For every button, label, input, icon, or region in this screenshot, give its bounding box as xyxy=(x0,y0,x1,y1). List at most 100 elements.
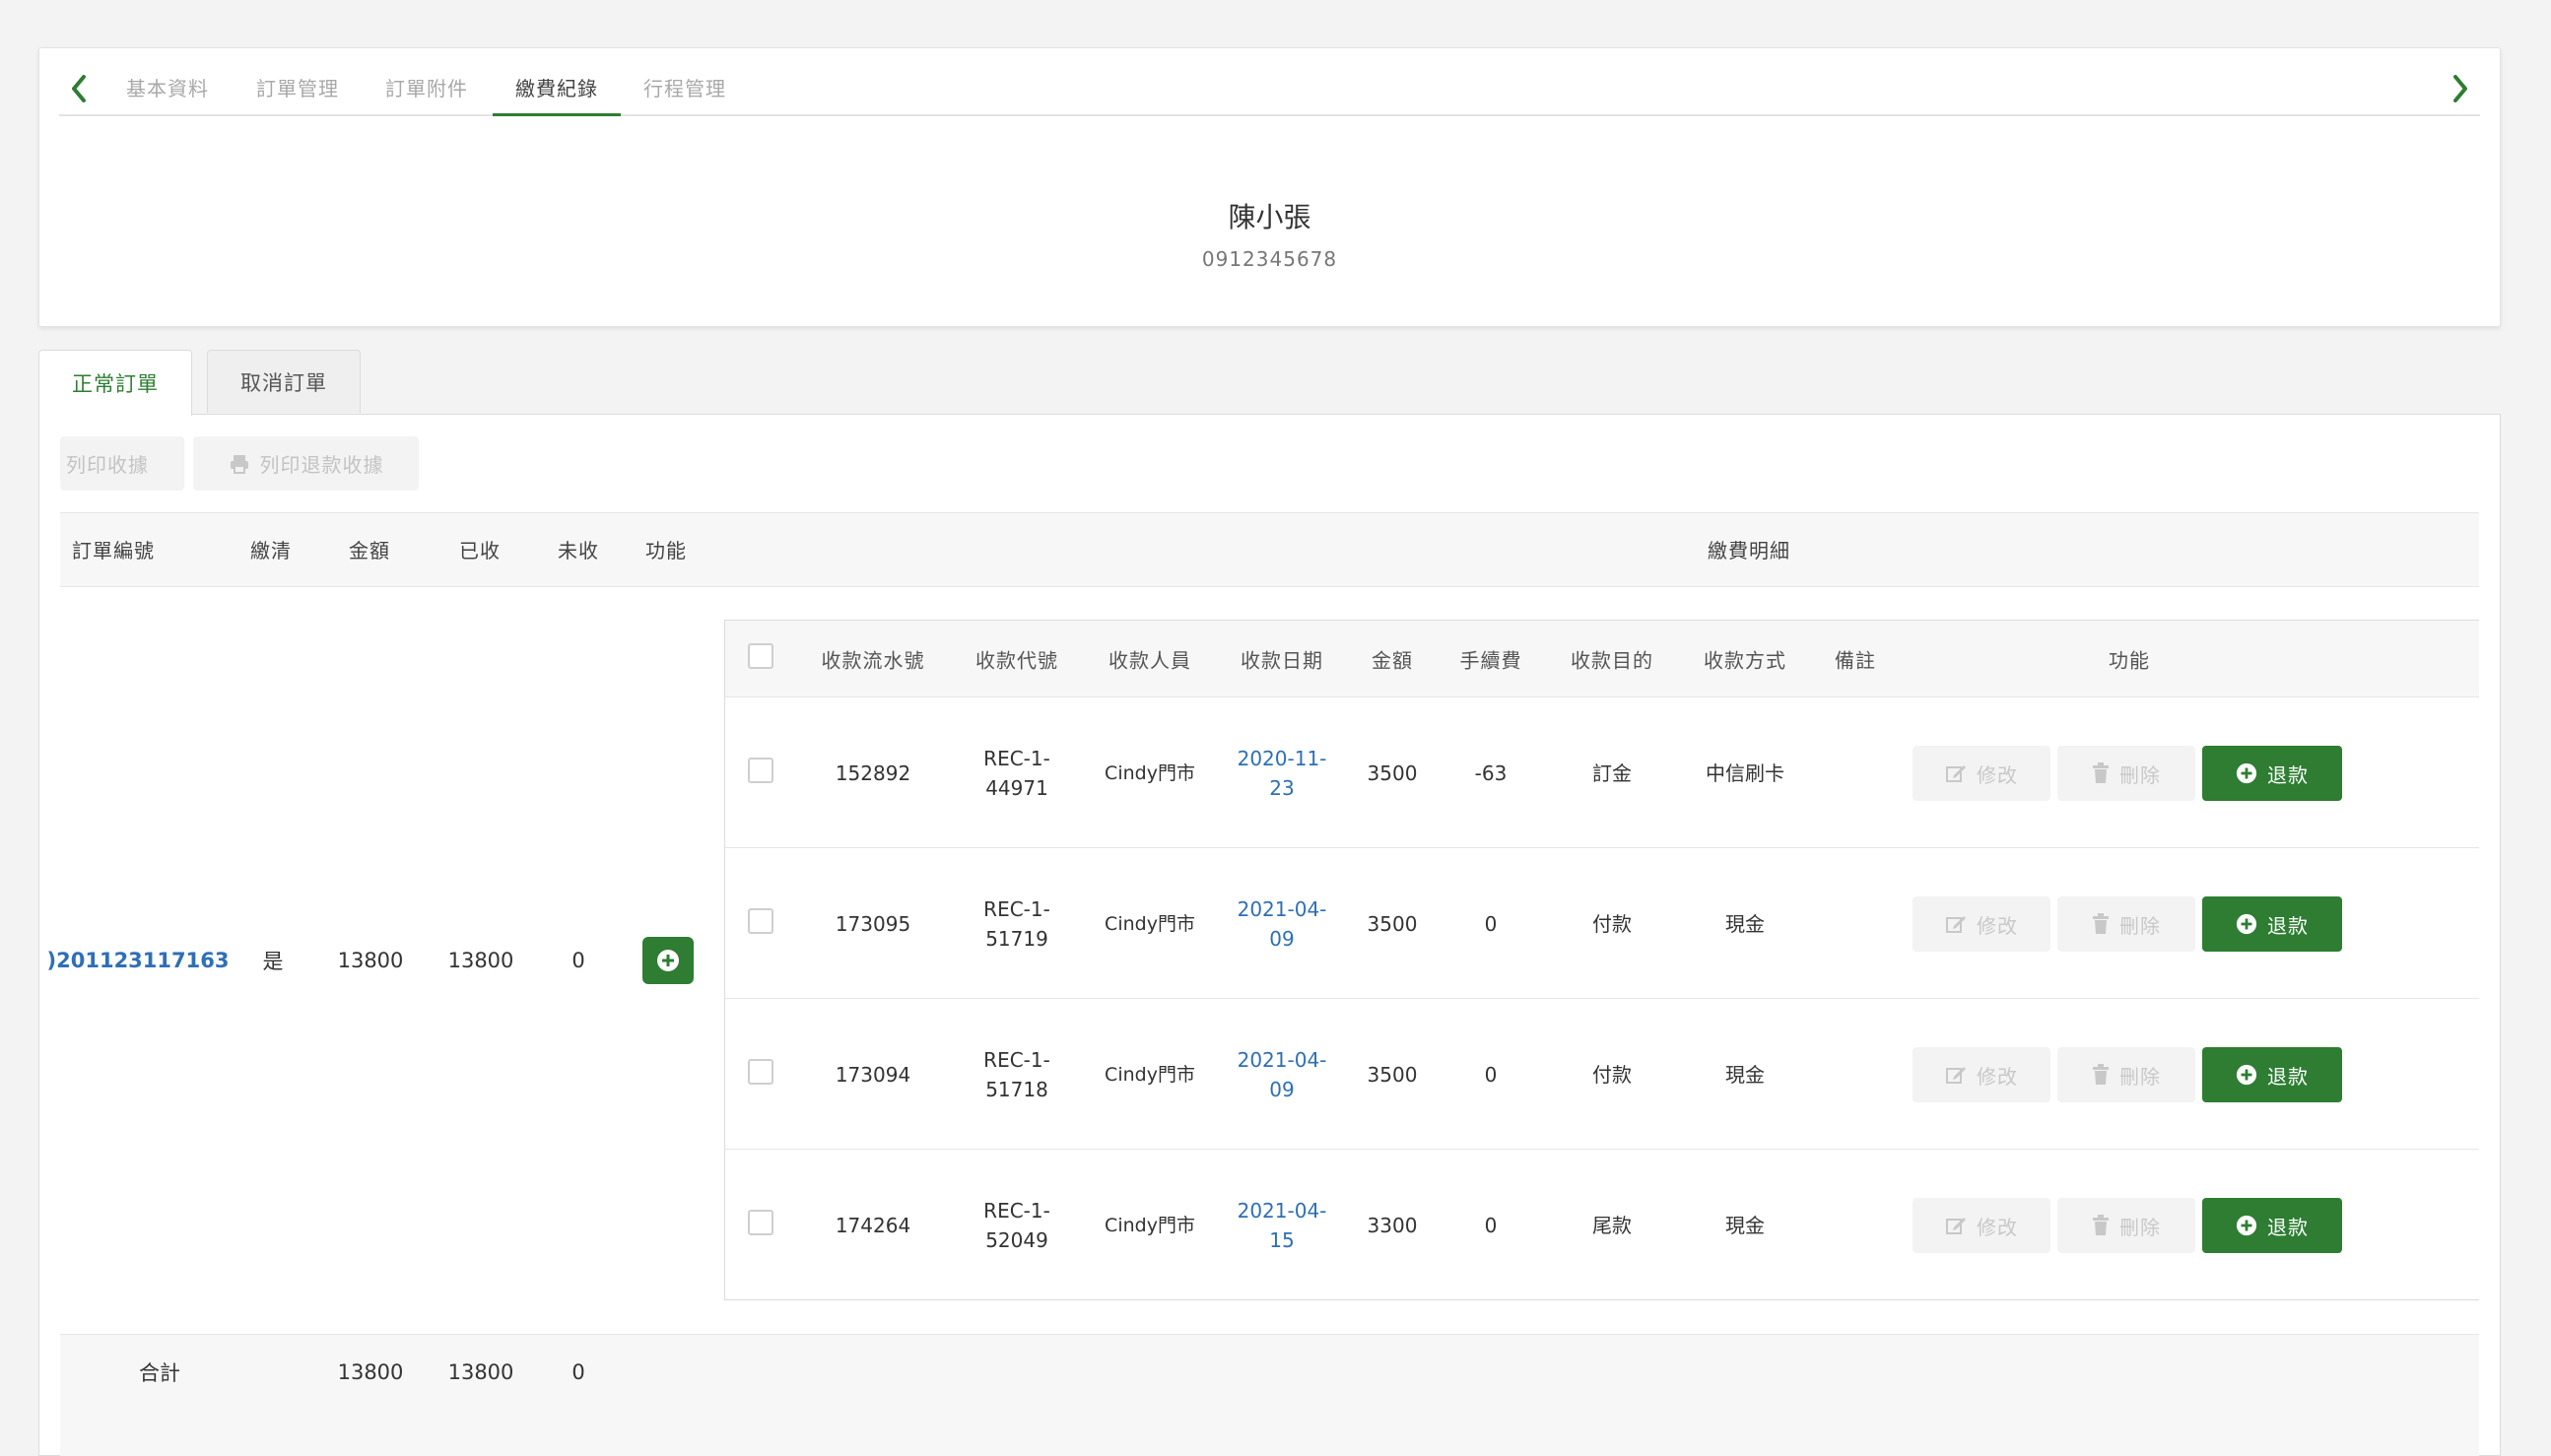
header-method: 收款方式 xyxy=(1704,648,1786,673)
print-receipt-label: 列印收據 xyxy=(66,453,149,477)
orders-table-header: 訂單編號 繳清 金額 已收 未收 功能 繳費明細 xyxy=(60,512,2479,587)
payment-date-line2[interactable]: 15 xyxy=(1269,1225,1294,1255)
payment-purpose: 訂金 xyxy=(1592,761,1632,785)
record-tabs: 基本資料 訂單管理 訂單附件 繳費紀錄 行程管理 xyxy=(59,64,2480,116)
row-checkbox[interactable] xyxy=(748,1059,773,1085)
header-code: 收款代號 xyxy=(975,648,1058,673)
delete-label: 刪除 xyxy=(2119,1064,2161,1089)
refund-label: 退款 xyxy=(2267,1064,2309,1089)
order-paid-off: 是 xyxy=(262,950,284,973)
order-received: 13800 xyxy=(447,949,514,972)
header-order-no: 訂單編號 xyxy=(72,539,155,563)
payment-date-line1[interactable]: 2021-04- xyxy=(1238,894,1327,924)
print-refund-receipt-label: 列印退款收據 xyxy=(259,453,384,477)
tab-payment-records[interactable]: 繳費紀錄 xyxy=(493,64,621,116)
header-payment-detail: 繳費明細 xyxy=(1708,539,1790,563)
refund-button[interactable]: 退款 xyxy=(2202,1198,2342,1253)
refund-button[interactable]: 退款 xyxy=(2202,896,2342,952)
payment-serial: 174264 xyxy=(835,1214,911,1237)
edit-button[interactable]: 修改 xyxy=(1913,896,2050,952)
payment-staff: Cindy門市 xyxy=(1105,1064,1195,1086)
payment-date-line1[interactable]: 2021-04- xyxy=(1238,1196,1327,1225)
edit-label: 修改 xyxy=(1977,1215,2018,1239)
payment-code-line1: REC-1- xyxy=(983,747,1050,770)
delete-button[interactable]: 刪除 xyxy=(2057,1047,2195,1102)
printer-icon xyxy=(230,454,248,474)
tab-basic-info[interactable]: 基本資料 xyxy=(108,64,227,116)
payment-purpose: 付款 xyxy=(1592,1063,1632,1087)
tab-cancelled-orders[interactable]: 取消訂單 xyxy=(207,350,361,413)
trash-icon xyxy=(2093,762,2109,783)
payment-fee: 0 xyxy=(1484,1214,1498,1237)
trash-icon xyxy=(2093,913,2109,934)
payment-fee: -63 xyxy=(1474,761,1508,785)
edit-icon xyxy=(1946,916,1966,933)
select-all-checkbox[interactable] xyxy=(748,643,773,669)
edit-label: 修改 xyxy=(1977,1064,2018,1089)
tab-order-management[interactable]: 訂單管理 xyxy=(238,64,357,116)
row-checkbox[interactable] xyxy=(748,1210,773,1235)
payment-date-line2[interactable]: 23 xyxy=(1269,773,1294,803)
refund-label: 退款 xyxy=(2267,913,2309,938)
payment-code-line2: 51718 xyxy=(985,1078,1048,1101)
header-received: 已收 xyxy=(459,539,501,563)
refund-button[interactable]: 退款 xyxy=(2202,1047,2342,1102)
row-checkbox[interactable] xyxy=(748,758,773,783)
delete-button[interactable]: 刪除 xyxy=(2057,1198,2195,1253)
header-function: 功能 xyxy=(645,539,687,563)
payment-staff: Cindy門市 xyxy=(1105,762,1195,784)
trash-icon xyxy=(2093,1064,2109,1085)
payment-purpose: 付款 xyxy=(1592,912,1632,936)
payment-fee: 0 xyxy=(1484,1063,1498,1087)
edit-button[interactable]: 修改 xyxy=(1913,1198,2050,1253)
plus-circle-icon xyxy=(2236,1215,2257,1236)
header-date: 收款日期 xyxy=(1241,648,1323,673)
delete-button[interactable]: 刪除 xyxy=(2057,896,2195,952)
refund-label: 退款 xyxy=(2267,762,2309,787)
refund-button[interactable]: 退款 xyxy=(2202,746,2342,801)
delete-label: 刪除 xyxy=(2119,913,2161,938)
edit-icon xyxy=(1946,1218,1966,1234)
customer-card: 基本資料 訂單管理 訂單附件 繳費紀錄 行程管理 陳小張 0912345678 xyxy=(38,47,2501,327)
add-payment-button[interactable] xyxy=(642,937,694,984)
edit-label: 修改 xyxy=(1977,762,2018,787)
edit-button[interactable]: 修改 xyxy=(1913,1047,2050,1102)
edit-button[interactable]: 修改 xyxy=(1913,746,2050,801)
payment-staff: Cindy門市 xyxy=(1105,1215,1195,1236)
customer-phone: 0912345678 xyxy=(1201,247,1338,271)
print-refund-receipt-button[interactable]: 列印退款收據 xyxy=(193,436,419,491)
payment-serial: 152892 xyxy=(835,761,911,785)
edit-label: 修改 xyxy=(1977,913,2018,938)
tab-itinerary[interactable]: 行程管理 xyxy=(626,64,744,116)
chevron-left-icon[interactable] xyxy=(59,64,99,113)
refund-label: 退款 xyxy=(2267,1215,2309,1239)
chevron-right-icon[interactable] xyxy=(2441,64,2480,113)
header-pay-amount: 金額 xyxy=(1372,648,1413,673)
header-row-function: 功能 xyxy=(2109,648,2150,673)
print-receipt-button[interactable]: 列印收據 xyxy=(60,436,184,491)
plus-circle-icon xyxy=(2236,762,2257,784)
totals-label: 合計 xyxy=(139,1361,180,1385)
plus-circle-icon xyxy=(2236,913,2257,935)
payment-staff: Cindy門市 xyxy=(1105,913,1195,935)
payment-code-line2: 44971 xyxy=(985,776,1048,800)
payment-serial: 173095 xyxy=(835,912,911,936)
payment-code-line1: REC-1- xyxy=(983,1048,1050,1072)
payment-code-line2: 52049 xyxy=(985,1228,1048,1252)
payment-date-line1[interactable]: 2021-04- xyxy=(1238,1045,1327,1075)
tab-order-attachments[interactable]: 訂單附件 xyxy=(368,64,486,116)
tab-normal-orders[interactable]: 正常訂單 xyxy=(38,350,192,416)
delete-button[interactable]: 刪除 xyxy=(2057,746,2195,801)
payment-amount: 3500 xyxy=(1367,1063,1418,1087)
payment-date-line2[interactable]: 09 xyxy=(1269,924,1294,954)
plus-circle-icon xyxy=(657,950,679,971)
payment-date-line1[interactable]: 2020-11- xyxy=(1238,744,1327,773)
payment-date-line2[interactable]: 09 xyxy=(1269,1075,1294,1104)
delete-label: 刪除 xyxy=(2119,762,2161,787)
row-checkbox[interactable] xyxy=(748,908,773,934)
order-number-link[interactable]: )201123117163 xyxy=(47,949,230,972)
payment-fee: 0 xyxy=(1484,912,1498,936)
payment-purpose: 尾款 xyxy=(1592,1214,1632,1237)
header-unpaid: 未收 xyxy=(558,539,599,563)
totals-row xyxy=(60,1334,2479,1456)
